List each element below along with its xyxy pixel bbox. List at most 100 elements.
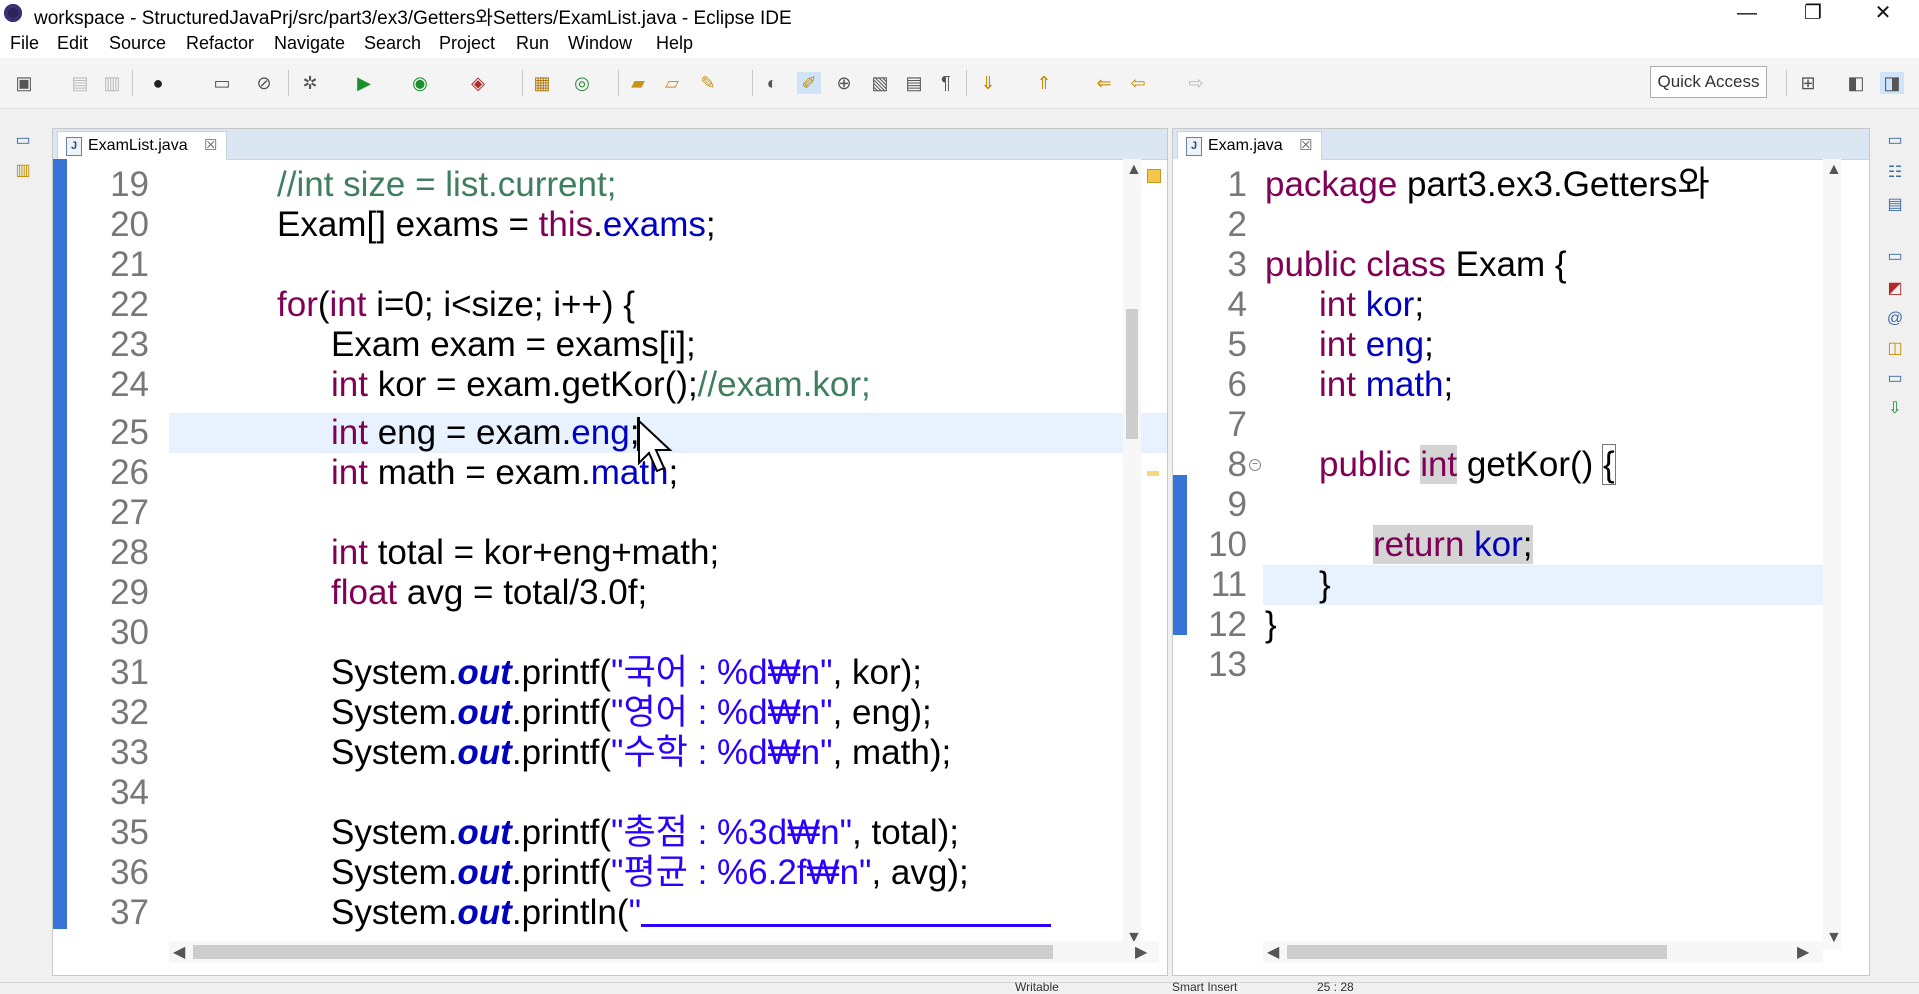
scroll-right-icon[interactable]: ▶	[1797, 942, 1809, 962]
vertical-scroll-thumb[interactable]	[1126, 309, 1138, 439]
line-number: 31	[110, 653, 149, 692]
menu-window[interactable]: Window	[568, 33, 632, 54]
java-file-icon: J	[66, 137, 82, 156]
menu-run[interactable]: Run	[516, 33, 549, 54]
run-icon[interactable]: ▶	[352, 72, 376, 94]
code-line-22: for(int i=0; i<size; i++) {	[277, 285, 635, 324]
menu-file[interactable]: File	[10, 33, 39, 54]
menu-navigate[interactable]: Navigate	[274, 33, 345, 54]
java-ee-perspective-icon[interactable]: ◧	[1844, 72, 1868, 94]
line-number: 20	[110, 205, 149, 244]
menu-search[interactable]: Search	[364, 33, 421, 54]
left-trim-bar: ▭ ▥	[0, 112, 50, 982]
menu-help[interactable]: Help	[656, 33, 693, 54]
horizontal-scrollbar[interactable]: ◀ ▶	[1263, 941, 1823, 963]
code-line-10: return kor;	[1373, 525, 1533, 564]
scroll-down-icon[interactable]: ▼	[1826, 929, 1842, 947]
last-edit-location-icon[interactable]: ⇐	[1092, 72, 1116, 94]
external-tools-icon[interactable]: ◈	[466, 72, 490, 94]
code-line-24: int kor = exam.getKor();//exam.kor;	[331, 365, 871, 404]
coverage-icon[interactable]: ◉	[408, 72, 432, 94]
pilcrow-icon[interactable]: ¶	[934, 72, 958, 94]
close-tab-icon[interactable]: ☒	[1299, 137, 1312, 154]
horizontal-scroll-thumb[interactable]	[1287, 945, 1667, 959]
horizontal-scroll-thumb[interactable]	[193, 945, 1053, 959]
java-perspective-icon[interactable]: ◨	[1880, 72, 1904, 94]
forward-icon[interactable]: ⇨	[1184, 72, 1208, 94]
title-bar: workspace - StructuredJavaPrj/src/part3/…	[0, 0, 1919, 29]
skip-breakpoints-icon[interactable]: ⊘	[252, 72, 276, 94]
annotation-icon[interactable]: ◐	[760, 72, 784, 94]
profile-icon[interactable]: ●	[146, 72, 170, 94]
close-tab-icon[interactable]: ☒	[204, 137, 217, 154]
menu-project[interactable]: Project	[439, 33, 495, 54]
outline-icon[interactable]: ☷	[1884, 162, 1906, 184]
word-wrap-icon[interactable]: ▧	[868, 72, 892, 94]
progress-icon[interactable]: ⇩	[1884, 398, 1906, 420]
show-whitespace-icon[interactable]: ▤	[902, 72, 926, 94]
block-selection-icon[interactable]: ⊕	[832, 72, 856, 94]
code-line-6: int math;	[1319, 365, 1454, 404]
javadoc-icon[interactable]: @	[1884, 308, 1906, 330]
close-button[interactable]: ✕	[1860, 0, 1906, 28]
line-number: 37	[110, 893, 149, 932]
quick-diff-strip	[1173, 475, 1187, 635]
vertical-scrollbar[interactable]: ▲ ▼	[1123, 159, 1142, 949]
menu-refactor[interactable]: Refactor	[186, 33, 254, 54]
menu-source[interactable]: Source	[109, 33, 166, 54]
tab-examlist-java[interactable]: J ExamList.java ☒	[57, 131, 227, 160]
scroll-left-icon[interactable]: ◀	[173, 942, 185, 962]
next-annotation-icon[interactable]: ⇓	[976, 72, 1000, 94]
vertical-scrollbar[interactable]: ▲ ▼	[1823, 159, 1842, 949]
examlist-editor[interactable]: J ExamList.java ☒ 19 20 21 22 23 24 25 2…	[52, 128, 1168, 976]
scroll-up-icon[interactable]: ▲	[1826, 161, 1842, 179]
horizontal-scrollbar[interactable]: ◀ ▶	[169, 941, 1159, 963]
debug-icon[interactable]: ✲	[298, 72, 322, 94]
task-list-icon[interactable]: ▤	[1884, 194, 1906, 216]
line-number: 2	[1227, 205, 1247, 244]
code-line-4: int kor;	[1319, 285, 1425, 324]
line-number: 23	[110, 325, 149, 364]
back-icon[interactable]: ⇦	[1126, 72, 1150, 94]
console-icon[interactable]: ▭	[210, 72, 234, 94]
save-all-icon[interactable]: ▥	[100, 72, 124, 94]
restore-console-icon[interactable]: ▭	[1884, 246, 1906, 268]
menu-edit[interactable]: Edit	[57, 33, 88, 54]
restore-view-icon[interactable]: ▭	[12, 130, 34, 152]
problems-icon[interactable]: ◩	[1884, 278, 1906, 300]
fold-collapse-icon[interactable]: −	[1249, 459, 1261, 471]
scroll-right-icon[interactable]: ▶	[1135, 942, 1147, 962]
line-number: 21	[110, 245, 149, 284]
scroll-up-icon[interactable]: ▲	[1126, 161, 1142, 179]
new-java-class-icon[interactable]: ◎	[570, 72, 594, 94]
quick-access-input[interactable]: Quick Access	[1650, 66, 1767, 98]
new-java-package-icon[interactable]: ▦	[530, 72, 554, 94]
eclipse-logo-icon	[4, 4, 22, 22]
declaration-icon[interactable]: ◫	[1884, 338, 1906, 360]
restore-button[interactable]: ❐	[1790, 0, 1836, 28]
right-change-ruler	[1173, 159, 1193, 975]
exam-editor[interactable]: J Exam.java ☒ 1 2 3 4 5 6 7 8 9 10 11 12…	[1172, 128, 1870, 976]
scroll-left-icon[interactable]: ◀	[1267, 942, 1279, 962]
mark-occurrences-icon[interactable]: ✐	[797, 72, 821, 94]
minimize-button[interactable]: —	[1724, 0, 1770, 28]
open-type-icon[interactable]: ▰	[626, 72, 650, 94]
line-number: 7	[1227, 405, 1247, 444]
tab-exam-java[interactable]: J Exam.java ☒	[1177, 131, 1322, 160]
line-number: 12	[1208, 605, 1247, 644]
save-icon[interactable]: ▤	[68, 72, 92, 94]
open-perspective-icon[interactable]: ⊞	[1796, 72, 1820, 94]
line-number: 25	[110, 413, 149, 452]
line-number: 27	[110, 493, 149, 532]
package-explorer-icon[interactable]: ▥	[12, 160, 34, 182]
restore-outline-icon[interactable]: ▭	[1884, 130, 1906, 152]
search-icon[interactable]: ✎	[696, 72, 720, 94]
line-number: 9	[1227, 485, 1247, 524]
overview-ruler-mark[interactable]	[1147, 471, 1159, 476]
line-number: 8	[1227, 445, 1247, 484]
new-icon[interactable]: ▣	[12, 72, 36, 94]
line-number: 35	[110, 813, 149, 852]
previous-annotation-icon[interactable]: ⇑	[1032, 72, 1056, 94]
console-view-icon[interactable]: ▭	[1884, 368, 1906, 390]
open-resource-icon[interactable]: ▱	[660, 72, 684, 94]
